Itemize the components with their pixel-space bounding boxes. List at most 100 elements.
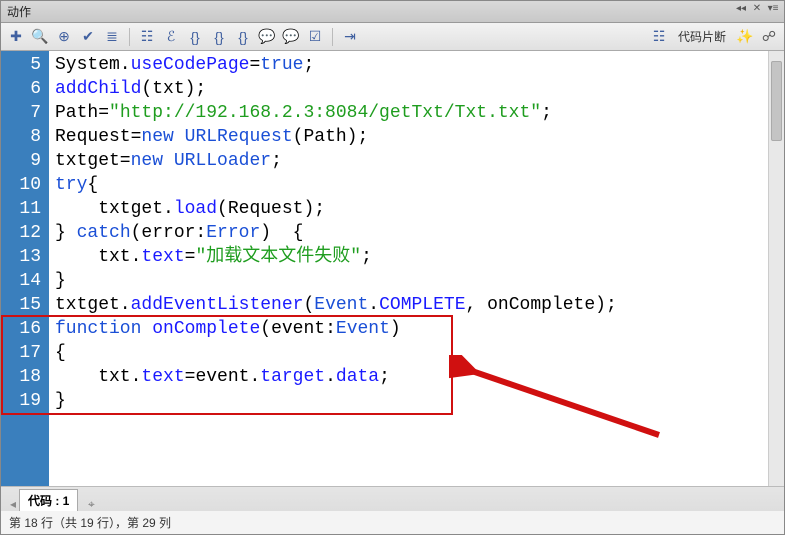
code-token: ; [379, 367, 390, 387]
code-token: text [141, 247, 184, 267]
brace-open-icon[interactable]: {} [186, 28, 204, 46]
line-number: 13 [1, 245, 49, 269]
line-number: 7 [1, 101, 49, 125]
code-token: . [325, 367, 336, 387]
line-number: 14 [1, 269, 49, 293]
locate-icon[interactable]: ⌖ [84, 497, 98, 511]
code-token: true [260, 55, 303, 75]
code-line[interactable]: } catch(error:Error) { [55, 221, 762, 245]
line-number: 6 [1, 77, 49, 101]
code-token: ( [303, 295, 314, 315]
code-token: onComplete [152, 319, 260, 339]
code-token: Request= [55, 127, 141, 147]
code-token: URLRequest [185, 127, 293, 147]
line-number: 9 [1, 149, 49, 173]
snippet-icon[interactable]: ☷ [138, 28, 156, 46]
panel-titlebar: 动作 ◂◂ ✕ ▾≡ [1, 1, 784, 23]
status-text: 第 18 行（共 19 行），第 29 列 [9, 514, 171, 531]
code-line[interactable]: txtget.addEventListener(Event.COMPLETE, … [55, 293, 762, 317]
tab-code[interactable]: 代码 : 1 [19, 489, 78, 511]
code-token: COMPLETE [379, 295, 465, 315]
comment-icon[interactable]: 💬 [258, 28, 276, 46]
snippet-panel-icon[interactable]: ☷ [650, 28, 668, 46]
code-token: text [141, 367, 184, 387]
wand-icon[interactable]: ✨ [736, 28, 754, 46]
code-token: Event [336, 319, 390, 339]
code-token: addChild [55, 79, 141, 99]
code-token: catch [77, 223, 131, 243]
code-line[interactable]: System.useCodePage=true; [55, 53, 762, 77]
code-line[interactable]: function onComplete(event:Event) [55, 317, 762, 341]
code-line[interactable]: try{ [55, 173, 762, 197]
code-token: (txt); [141, 79, 206, 99]
line-number: 17 [1, 341, 49, 365]
code-token: ) { [260, 223, 303, 243]
line-number-gutter: 5678910111213141516171819 [1, 51, 49, 486]
scrollbar-thumb[interactable] [771, 61, 782, 141]
code-line[interactable]: } [55, 389, 762, 413]
snippet-label[interactable]: 代码片断 [678, 28, 726, 45]
code-token: load [174, 199, 217, 219]
code-line[interactable]: { [55, 341, 762, 365]
code-token [141, 319, 152, 339]
code-token: (event: [260, 319, 336, 339]
toolbar: ✚ 🔍 ⊕ ✔ ≣ ☷ ℰ {} {} {} 💬 💬 ☑ ⇥ ☷ 代码片断 ✨ … [1, 23, 784, 51]
code-line[interactable]: Request=new URLRequest(Path); [55, 125, 762, 149]
code-token: new [141, 127, 173, 147]
options-icon[interactable]: ☑ [306, 28, 324, 46]
code-token: (Path); [293, 127, 369, 147]
code-token: "加载文本文件失败" [195, 247, 361, 267]
code-token: } [55, 391, 66, 411]
editor-scrollbar[interactable] [768, 51, 784, 486]
check-syntax-icon[interactable]: ✔ [79, 28, 97, 46]
line-number: 19 [1, 389, 49, 413]
separator [332, 28, 333, 46]
comment2-icon[interactable]: 💬 [282, 28, 300, 46]
close-icon[interactable]: ✕ [750, 3, 764, 15]
code-token: new [131, 151, 163, 171]
code-token: = [249, 55, 260, 75]
code-token [174, 127, 185, 147]
menu-icon[interactable]: ▾≡ [766, 3, 780, 15]
code-token: data [336, 367, 379, 387]
code-token: ; [271, 151, 282, 171]
code-token: txtget. [55, 295, 131, 315]
find-icon[interactable]: 🔍 [31, 28, 49, 46]
code-token: ; [361, 247, 372, 267]
code-token: . [368, 295, 379, 315]
code-token: "http://192.168.2.3:8084/getTxt/Txt.txt" [109, 103, 541, 123]
line-number: 11 [1, 197, 49, 221]
code-token: { [55, 343, 66, 363]
code-line[interactable]: txt.text="加载文本文件失败"; [55, 245, 762, 269]
code-token: (error: [131, 223, 207, 243]
brace-match-icon[interactable]: {} [210, 28, 228, 46]
separator [129, 28, 130, 46]
code-line[interactable]: } [55, 269, 762, 293]
collapse-left-icon[interactable]: ◂◂ [734, 3, 748, 15]
format-icon[interactable]: ≣ [103, 28, 121, 46]
brace-close-icon[interactable]: {} [234, 28, 252, 46]
code-token: Event [314, 295, 368, 315]
chevron-left-icon[interactable]: ◂ [7, 497, 19, 511]
add-icon[interactable]: ✚ [7, 28, 25, 46]
debug-icon[interactable]: ℰ [162, 28, 180, 46]
code-token: target [260, 367, 325, 387]
code-token: useCodePage [131, 55, 250, 75]
line-number: 15 [1, 293, 49, 317]
code-line[interactable]: txtget.load(Request); [55, 197, 762, 221]
collapse-icon[interactable]: ⇥ [341, 28, 359, 46]
target-icon[interactable]: ⊕ [55, 28, 73, 46]
help-icon[interactable]: ☍ [760, 28, 778, 46]
code-line[interactable]: Path="http://192.168.2.3:8084/getTxt/Txt… [55, 101, 762, 125]
code-token: txt. [55, 247, 141, 267]
code-token: System. [55, 55, 131, 75]
panel-title: 动作 [7, 3, 31, 20]
code-line[interactable]: txtget=new URLLoader; [55, 149, 762, 173]
code-token [163, 151, 174, 171]
code-token: URLLoader [174, 151, 271, 171]
code-line[interactable]: txt.text=event.target.data; [55, 365, 762, 389]
line-number: 8 [1, 125, 49, 149]
code-editor[interactable]: System.useCodePage=true;addChild(txt);Pa… [49, 51, 768, 486]
code-line[interactable]: addChild(txt); [55, 77, 762, 101]
code-token: ) [390, 319, 401, 339]
